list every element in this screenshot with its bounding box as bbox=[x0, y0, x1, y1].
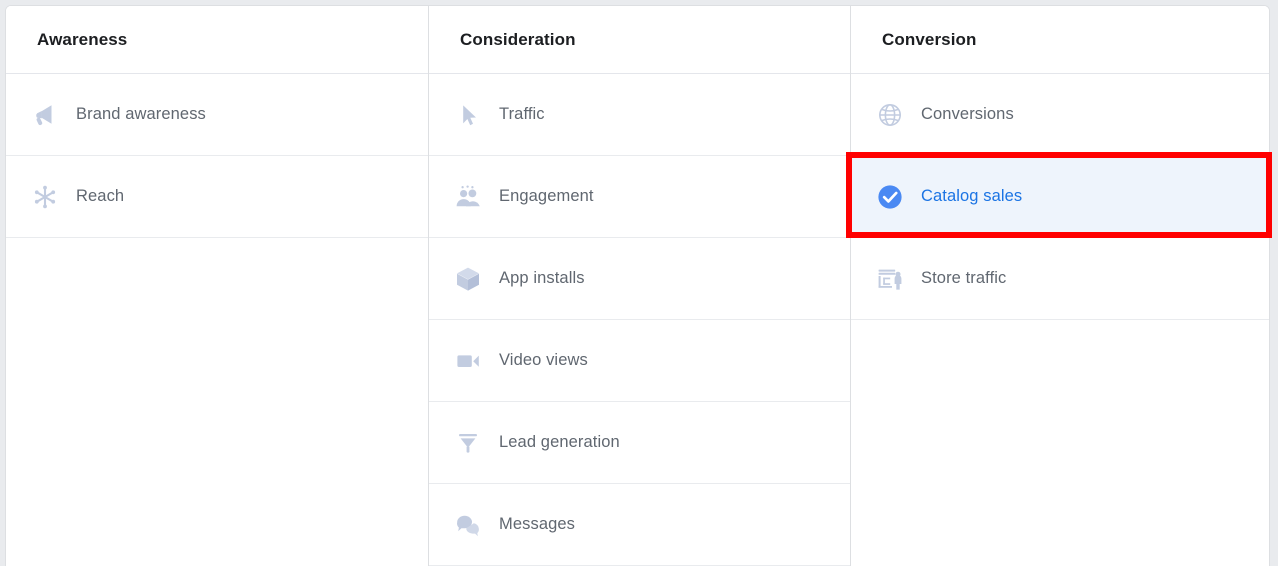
check-circle-icon bbox=[873, 180, 907, 214]
funnel-icon bbox=[451, 426, 485, 460]
objective-label: Traffic bbox=[499, 105, 545, 123]
objective-row-lead-generation[interactable]: Lead generation bbox=[429, 402, 850, 484]
objective-label: App installs bbox=[499, 269, 585, 287]
objective-list-awareness: Brand awareness Reach bbox=[6, 74, 428, 238]
people-engagement-icon bbox=[451, 180, 485, 214]
column-title: Conversion bbox=[882, 29, 977, 49]
objective-list-consideration: Traffic Engagement App installs Video vi… bbox=[429, 74, 850, 566]
objective-picker-screen: Awareness Brand awareness Reach Consider… bbox=[0, 0, 1278, 566]
objective-row-traffic[interactable]: Traffic bbox=[429, 74, 850, 156]
column-title: Consideration bbox=[460, 29, 576, 49]
objective-row-conversions[interactable]: Conversions bbox=[851, 74, 1269, 156]
objective-row-catalog-sales[interactable]: Catalog sales bbox=[851, 156, 1269, 238]
objective-row-messages[interactable]: Messages bbox=[429, 484, 850, 566]
objective-row-reach[interactable]: Reach bbox=[6, 156, 428, 238]
column-title: Awareness bbox=[37, 29, 128, 49]
objective-row-app-installs[interactable]: App installs bbox=[429, 238, 850, 320]
objective-label: Messages bbox=[499, 515, 576, 533]
video-camera-icon bbox=[451, 344, 485, 378]
column-header-awareness: Awareness bbox=[6, 6, 428, 74]
globe-icon bbox=[873, 98, 907, 132]
objective-label: Reach bbox=[76, 187, 125, 205]
objective-label: Video views bbox=[499, 351, 588, 369]
objective-row-brand-awareness[interactable]: Brand awareness bbox=[6, 74, 428, 156]
cube-box-icon bbox=[451, 262, 485, 296]
megaphone-icon bbox=[28, 98, 62, 132]
column-header-conversion: Conversion bbox=[851, 6, 1269, 74]
objective-column-awareness: Awareness Brand awareness Reach bbox=[6, 6, 428, 566]
objective-row-video-views[interactable]: Video views bbox=[429, 320, 850, 402]
objective-label: Engagement bbox=[499, 187, 594, 205]
reach-star-icon bbox=[28, 180, 62, 214]
objective-label: Store traffic bbox=[921, 269, 1007, 287]
objective-row-store-traffic[interactable]: Store traffic bbox=[851, 238, 1269, 320]
objective-list-conversion: Conversions Catalog sales Store traffic bbox=[851, 74, 1269, 320]
objective-label: Catalog sales bbox=[921, 187, 1023, 205]
objective-column-conversion: Conversion Conversions Catalog sales Sto… bbox=[850, 6, 1269, 566]
cursor-arrow-icon bbox=[451, 98, 485, 132]
objective-label: Conversions bbox=[921, 105, 1014, 123]
storefront-person-icon bbox=[873, 262, 907, 296]
objective-label: Lead generation bbox=[499, 433, 620, 451]
chat-bubbles-icon bbox=[451, 508, 485, 542]
objective-column-consideration: Consideration Traffic Engagement App ins… bbox=[428, 6, 850, 566]
objective-label: Brand awareness bbox=[76, 105, 206, 123]
column-header-consideration: Consideration bbox=[429, 6, 850, 74]
objective-row-engagement[interactable]: Engagement bbox=[429, 156, 850, 238]
objective-card: Awareness Brand awareness Reach Consider… bbox=[5, 5, 1270, 566]
